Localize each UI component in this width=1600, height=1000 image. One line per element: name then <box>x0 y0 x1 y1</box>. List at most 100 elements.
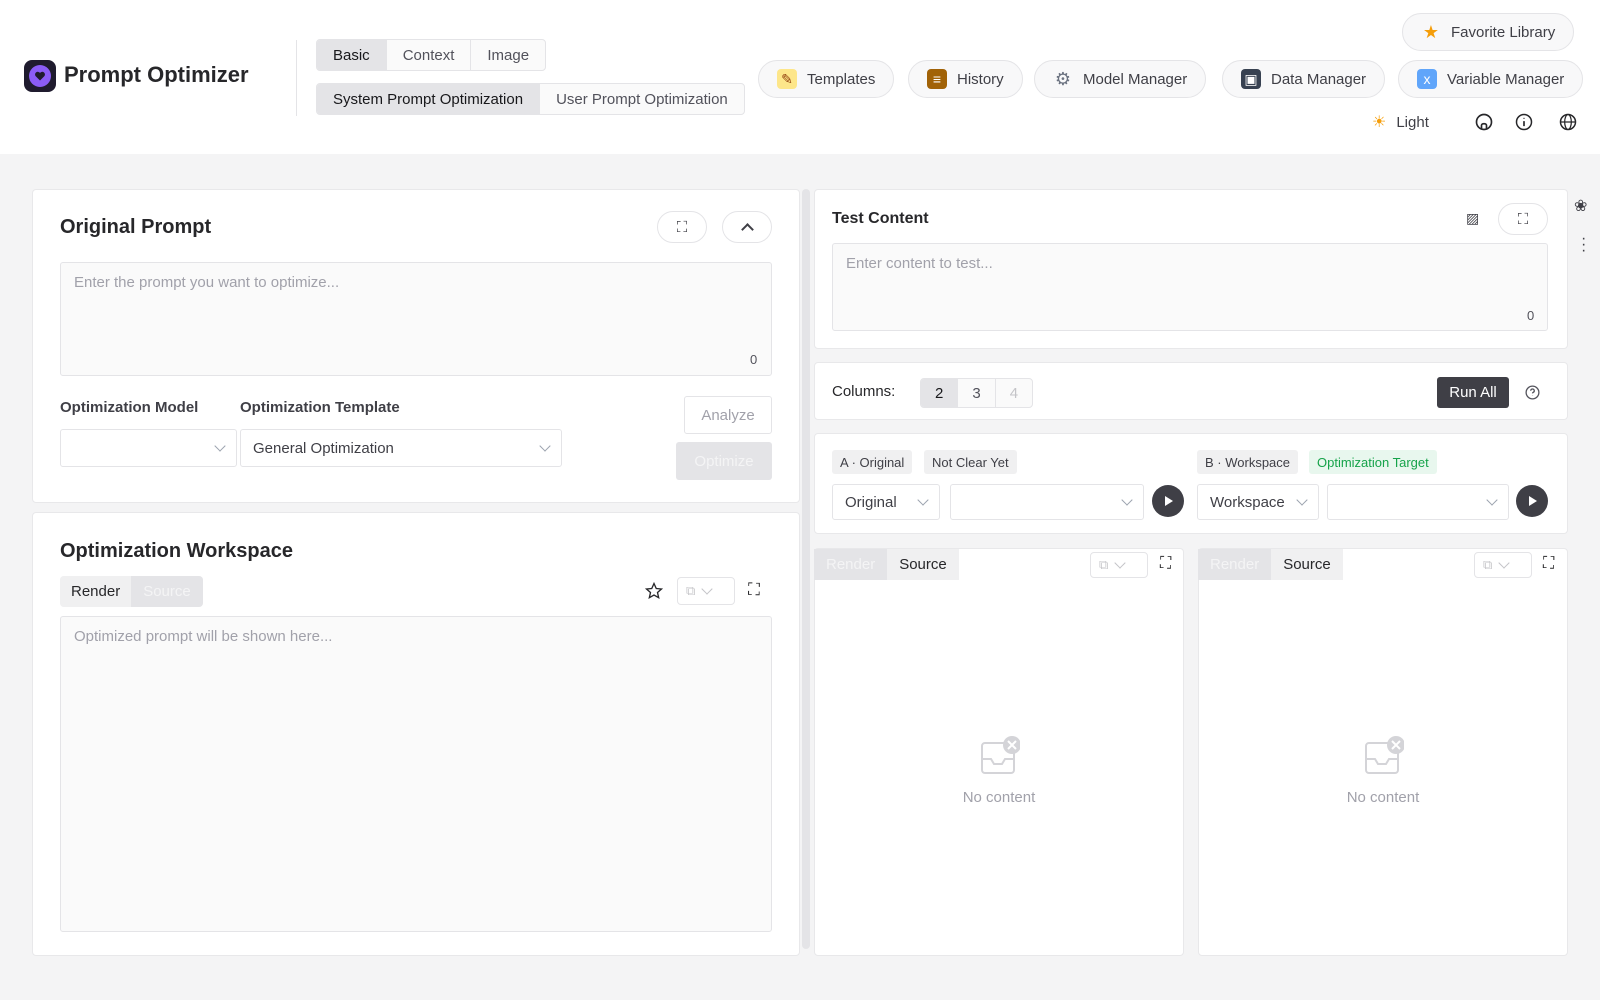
columns-option-2[interactable]: 2 <box>921 379 959 407</box>
play-icon <box>1529 496 1537 506</box>
info-icon[interactable] <box>1514 112 1534 132</box>
tab-image[interactable]: Image <box>471 40 545 70</box>
column-b-run-button[interactable] <box>1516 485 1548 517</box>
original-prompt-input[interactable]: Enter the prompt you want to optimize... <box>60 262 772 376</box>
fullscreen-icon[interactable]: ⛶ <box>748 580 760 600</box>
chevron-down-icon <box>1114 557 1126 569</box>
test-fullscreen-button[interactable]: ⛶ <box>1498 203 1548 235</box>
char-count: 0 <box>750 352 758 367</box>
column-b-status: Optimization Target <box>1309 450 1437 474</box>
tab-source[interactable]: Source <box>131 576 203 607</box>
column-a-tag: A · Original <box>832 450 913 474</box>
tab-user-prompt[interactable]: User Prompt Optimization <box>540 84 744 114</box>
test-char-count: 0 <box>1527 308 1535 323</box>
column-a-model-select[interactable] <box>950 484 1144 520</box>
original-prompt-title: Original Prompt <box>60 216 212 238</box>
columns-option-3[interactable]: 3 <box>958 379 996 407</box>
mode-tabs: Basic Context Image <box>316 39 547 71</box>
history-button[interactable]: ≡ History <box>908 60 1023 98</box>
workspace-view-tabs: Render Source <box>60 576 203 607</box>
help-icon[interactable] <box>1524 384 1541 401</box>
copy-icon: ⧉ <box>686 583 696 598</box>
column-a-source-select[interactable]: Original <box>832 484 940 520</box>
image-icon[interactable]: ▨ <box>1466 210 1479 227</box>
chevron-down-icon <box>701 583 713 595</box>
empty-inbox-icon <box>1365 736 1404 774</box>
copy-icon: ⧉ <box>1483 557 1493 572</box>
gear-icon: ⚙ <box>1054 68 1072 89</box>
favorite-star-icon[interactable] <box>644 581 664 601</box>
data-manager-button[interactable]: ▣ Data Manager <box>1222 60 1386 98</box>
fullscreen-icon[interactable]: ⛶ <box>1160 555 1171 573</box>
copy-dropdown[interactable]: ⧉ <box>677 577 735 605</box>
column-b-empty-state: No content <box>1323 735 1443 806</box>
template-label: Optimization Template <box>240 399 400 416</box>
scroll-icon: ≡ <box>927 69 947 89</box>
globe-icon[interactable] <box>1558 112 1578 132</box>
submode-tabs: System Prompt Optimization User Prompt O… <box>316 83 745 115</box>
columns-selector: 2 3 4 <box>920 378 1034 408</box>
theme-toggle[interactable]: ☀ Light <box>1372 112 1429 132</box>
column-a-status: Not Clear Yet <box>924 450 1017 474</box>
workspace-title: Optimization Workspace <box>60 540 294 562</box>
chevron-up-icon <box>740 222 754 236</box>
app-title: Prompt Optimizer <box>64 62 249 87</box>
tab-system-prompt[interactable]: System Prompt Optimization <box>317 84 541 114</box>
variable-manager-button[interactable]: x Variable Manager <box>1398 60 1584 98</box>
variable-icon: x <box>1417 69 1437 89</box>
tab-render[interactable]: Render <box>60 576 132 607</box>
model-label: Optimization Model <box>60 399 199 416</box>
github-icon[interactable] <box>1474 112 1494 132</box>
model-select[interactable] <box>60 429 237 467</box>
chevron-down-icon <box>1498 557 1510 569</box>
tab-basic[interactable]: Basic <box>317 40 387 70</box>
lotus-icon[interactable]: ❀ <box>1574 196 1587 216</box>
header-divider <box>296 40 297 116</box>
column-b-model-select[interactable] <box>1327 484 1509 520</box>
columns-option-4[interactable]: 4 <box>996 379 1032 407</box>
empty-inbox-icon <box>981 736 1020 774</box>
column-a-copy-dropdown[interactable]: ⧉ <box>1090 552 1148 578</box>
tab-source[interactable]: Source <box>887 549 959 580</box>
sun-icon: ☀ <box>1372 114 1387 131</box>
column-a-view-tabs: Render Source <box>814 549 959 580</box>
model-manager-button[interactable]: ⚙ Model Manager <box>1034 60 1207 98</box>
analyze-button[interactable]: Analyze <box>684 396 772 434</box>
panel-splitter[interactable] <box>802 189 810 949</box>
copy-icon: ⧉ <box>1099 557 1109 572</box>
heart-icon <box>29 65 51 87</box>
column-a-empty-state: No content <box>939 735 1059 806</box>
chevron-down-icon <box>1486 494 1498 506</box>
templates-button[interactable]: ✎ Templates <box>758 60 895 98</box>
fullscreen-icon[interactable]: ⛶ <box>1543 555 1554 573</box>
chevron-down-icon <box>539 440 551 452</box>
chevron-down-icon <box>214 440 226 452</box>
expand-icon: ⛶ <box>1517 210 1529 228</box>
more-options-icon[interactable]: · · · <box>1581 231 1586 259</box>
tab-source[interactable]: Source <box>1271 549 1343 580</box>
column-b-tag: B · Workspace <box>1197 450 1299 474</box>
column-b-source-select[interactable]: Workspace <box>1197 484 1319 520</box>
chevron-down-icon <box>1121 494 1133 506</box>
template-select[interactable]: General Optimization <box>240 429 562 467</box>
chevron-down-icon <box>1296 494 1308 506</box>
test-content-title: Test Content <box>832 210 929 227</box>
column-a-run-button[interactable] <box>1152 485 1184 517</box>
memo-icon: ✎ <box>777 69 797 89</box>
test-content-input[interactable]: Enter content to test... <box>832 243 1548 331</box>
tab-render[interactable]: Render <box>1198 549 1272 580</box>
collapse-button[interactable] <box>722 211 772 243</box>
favorite-library-button[interactable]: ★ Favorite Library <box>1402 13 1575 51</box>
play-icon <box>1165 496 1173 506</box>
tab-render[interactable]: Render <box>814 549 888 580</box>
tab-context[interactable]: Context <box>387 40 472 70</box>
column-b-copy-dropdown[interactable]: ⧉ <box>1474 552 1532 578</box>
optimized-output[interactable]: Optimized prompt will be shown here... <box>60 616 772 932</box>
star-icon: ★ <box>1422 21 1440 42</box>
optimize-button[interactable]: Optimize <box>676 442 772 480</box>
run-all-button[interactable]: Run All <box>1437 377 1509 408</box>
app-logo <box>24 60 56 92</box>
chevron-down-icon <box>917 494 929 506</box>
columns-label: Columns: <box>832 383 896 400</box>
fullscreen-button[interactable]: ⛶ <box>657 211 707 243</box>
